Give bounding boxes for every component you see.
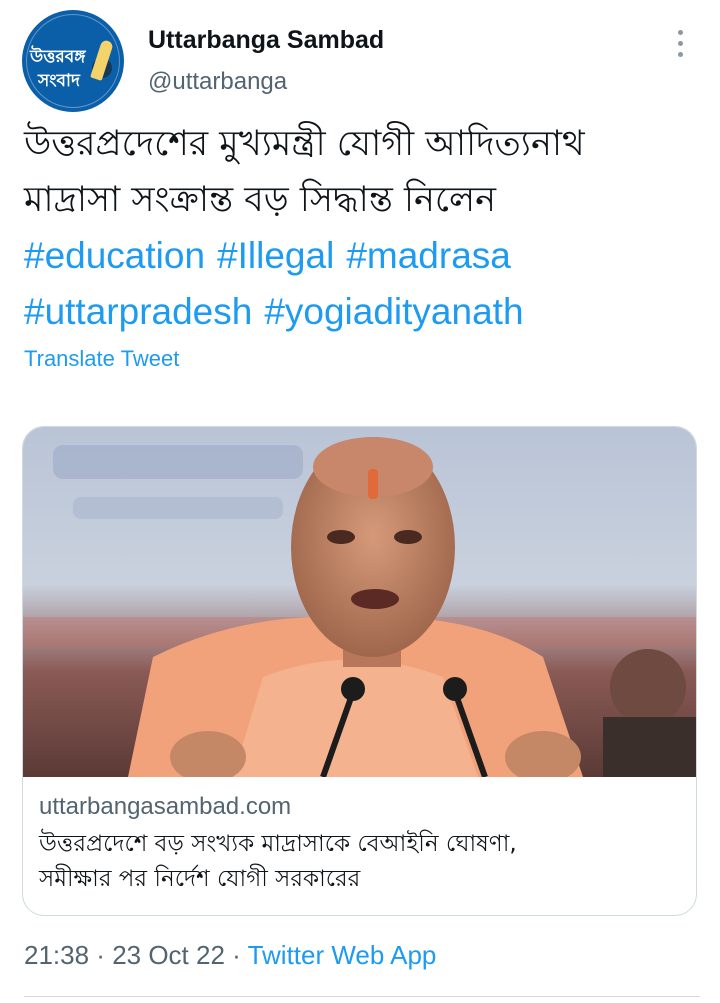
separator: · [89,940,113,970]
card-image[interactable] [23,427,696,777]
card-title-line: উত্তরপ্রদেশে বড় সংখ্যক মাদ্রাসাকে বেআইন… [39,831,517,857]
hashtag-link[interactable]: #education [24,235,205,276]
hashtags: #education #Illegal #madrasa #uttarpradesh… [24,228,694,340]
card-title: উত্তরপ্রদেশে বড় সংখ্যক মাদ্রাসাকে বেআইন… [39,827,679,897]
hashtag-link[interactable]: #yogiadityanath [264,291,523,332]
more-vertical-icon[interactable] [676,30,684,64]
avatar-logo-line2: সংবাদ [38,71,80,91]
tweet-text-line: উত্তরপ্রদেশের মুখ্যমন্ত্রী যোগী আদিত্যনা… [24,124,585,164]
tweet-footer: 21:38 · 23 Oct 22 · Twitter Web App [24,940,436,971]
author-name[interactable]: Uttarbanga Sambad [148,26,384,55]
translate-tweet-link[interactable]: Translate Tweet [24,346,179,372]
author-handle[interactable]: @uttarbanga [148,68,287,96]
divider [24,996,700,997]
card-meta: uttarbangasambad.com উত্তরপ্রদেশে বড় সং… [39,793,679,897]
hashtag-link[interactable]: #Illegal [217,235,334,276]
avatar[interactable]: উত্তরবঙ্গ সংবাদ [22,10,124,112]
tweet-source[interactable]: Twitter Web App [248,940,437,970]
tweet-date[interactable]: 23 Oct 22 [112,940,225,970]
hashtag-link[interactable]: #madrasa [346,235,511,276]
tweet-header: উত্তরবঙ্গ সংবাদ Uttarbanga Sambad @uttar… [22,10,702,112]
card-domain: uttarbangasambad.com [39,793,292,820]
card-photo [23,427,696,777]
separator: · [224,940,248,970]
link-card[interactable]: uttarbangasambad.com উত্তরপ্রদেশে বড় সং… [22,426,697,916]
hashtag-link[interactable]: #uttarpradesh [24,291,252,332]
tweet-text-line: মাদ্রাসা সংক্রান্ত বড় সিদ্ধান্ত নিলেন [24,180,496,220]
tweet-text: উত্তরপ্রদেশের মুখ্যমন্ত্রী যোগী আদিত্যনা… [24,116,694,228]
tweet-time[interactable]: 21:38 [24,940,89,970]
card-title-line: সমীক্ষার পর নির্দেশ যোগী সরকারের [39,866,361,892]
